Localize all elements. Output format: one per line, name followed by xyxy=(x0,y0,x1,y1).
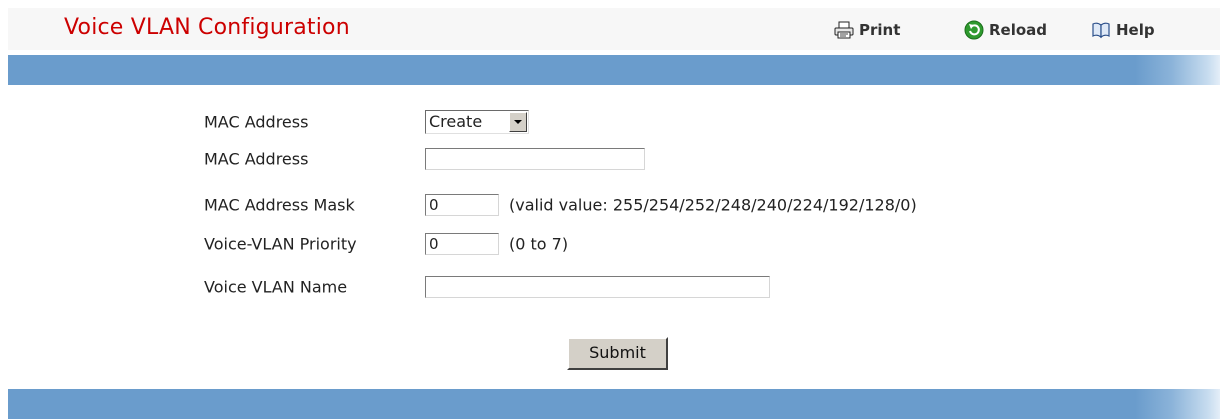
mac-address-row: MAC Address xyxy=(0,144,1229,174)
page-title: Voice VLAN Configuration xyxy=(64,15,350,40)
priority-input[interactable]: 0 xyxy=(425,233,499,255)
vlan-name-row: Voice VLAN Name xyxy=(0,272,1229,302)
vlan-name-input[interactable] xyxy=(425,276,770,298)
mac-action-select[interactable]: Create xyxy=(425,110,529,134)
mac-mask-label: MAC Address Mask xyxy=(204,195,355,215)
print-label: Print xyxy=(859,21,901,39)
submit-button[interactable]: Submit xyxy=(567,337,668,370)
help-book-icon xyxy=(1091,21,1111,39)
priority-hint: (0 to 7) xyxy=(509,234,569,254)
print-button[interactable]: Print xyxy=(834,19,900,41)
printer-icon xyxy=(834,21,854,39)
priority-row: Voice-VLAN Priority 0 (0 to 7) xyxy=(0,229,1229,259)
header: Voice VLAN Configuration Print Reload He… xyxy=(8,8,1220,50)
mac-mask-hint: (valid value: 255/254/252/248/240/224/19… xyxy=(509,195,917,215)
mac-mask-input[interactable]: 0 xyxy=(425,194,499,216)
page: Voice VLAN Configuration Print Reload He… xyxy=(0,0,1229,419)
vlan-name-label: Voice VLAN Name xyxy=(204,277,348,297)
priority-label: Voice-VLAN Priority xyxy=(204,234,357,254)
mac-address-label: MAC Address xyxy=(204,149,309,169)
reload-button[interactable]: Reload xyxy=(964,19,1047,41)
chevron-down-icon[interactable] xyxy=(509,112,527,132)
help-label: Help xyxy=(1116,21,1155,39)
mac-select-row: MAC Address Create xyxy=(0,107,1229,137)
help-button[interactable]: Help xyxy=(1091,19,1155,41)
reload-icon xyxy=(964,20,984,40)
top-divider-bar xyxy=(8,55,1220,85)
mac-action-selected-value: Create xyxy=(429,112,483,131)
mac-mask-row: MAC Address Mask 0 (valid value: 255/254… xyxy=(0,190,1229,220)
reload-label: Reload xyxy=(989,21,1048,39)
mac-select-label: MAC Address xyxy=(204,112,309,132)
mac-address-input[interactable] xyxy=(425,148,645,170)
bottom-divider-bar xyxy=(8,389,1220,419)
